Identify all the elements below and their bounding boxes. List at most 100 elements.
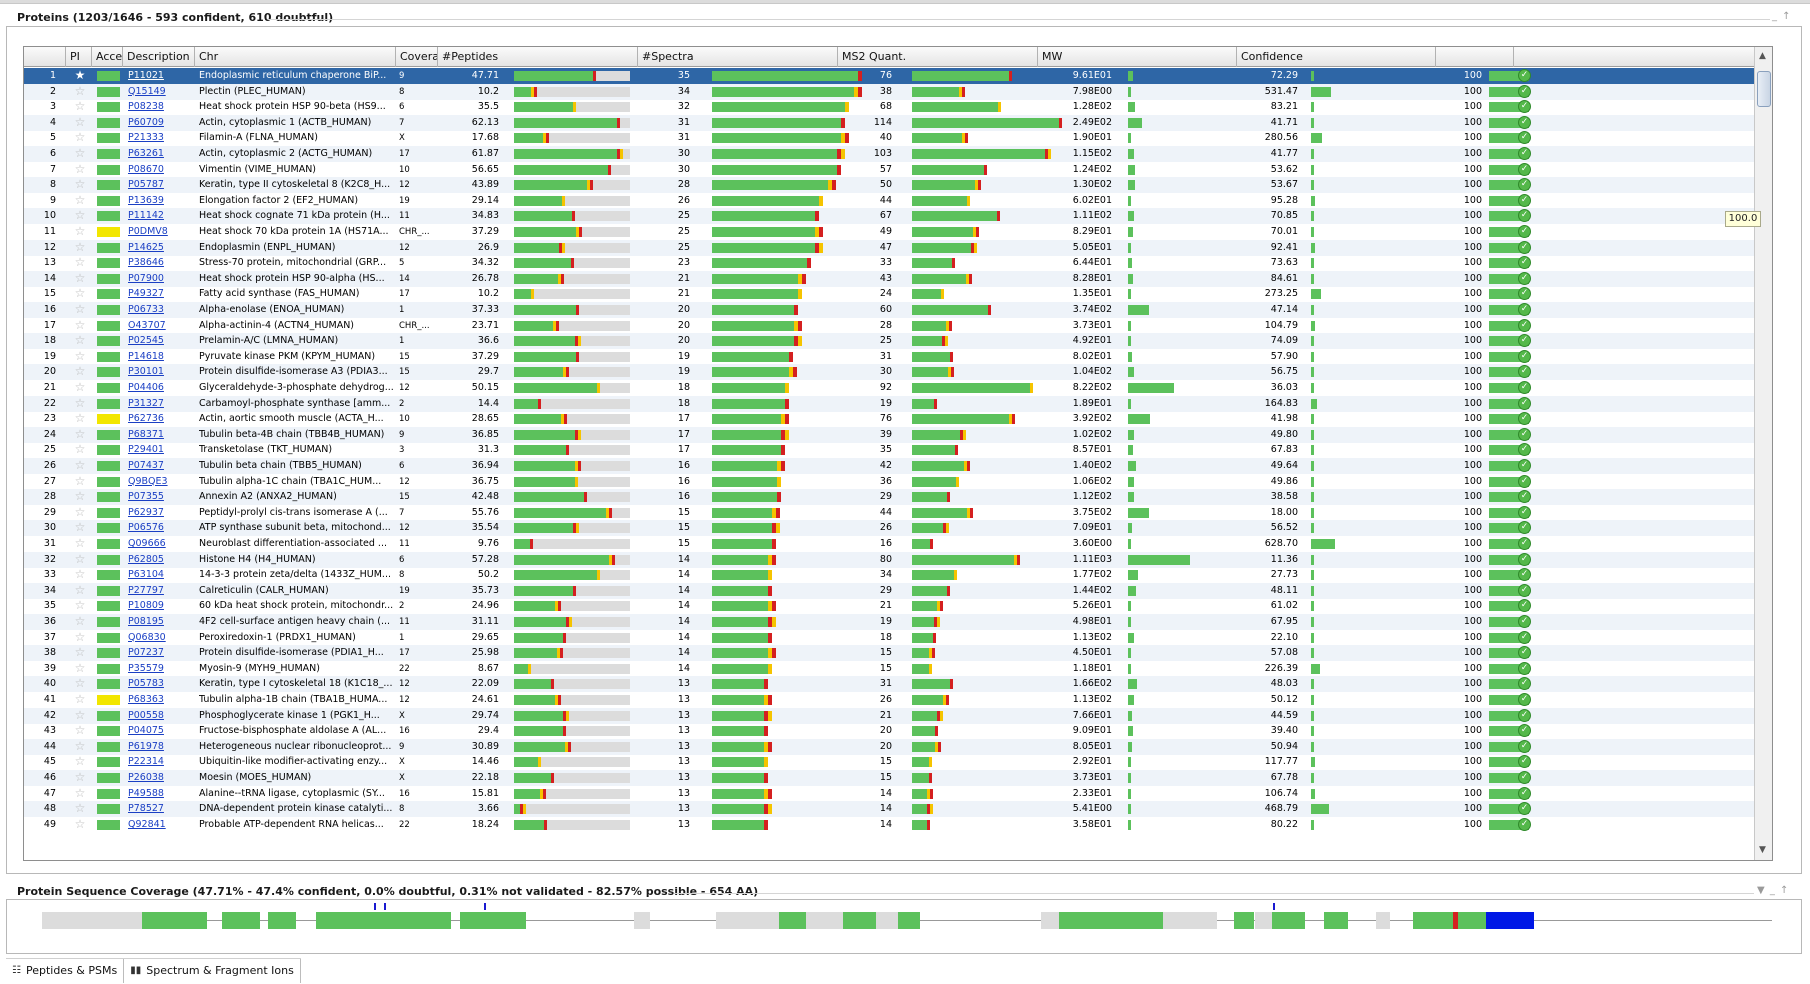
accession-link[interactable]: Q15149	[128, 84, 194, 100]
accession-link[interactable]: P22314	[128, 754, 194, 770]
table-row[interactable]: 16 ☆ P06733 Alpha-enolase (ENOA_HUMAN) 1 37.3…	[24, 302, 1754, 318]
accession-link[interactable]: P31327	[128, 396, 194, 412]
coverage-segment[interactable]	[1163, 912, 1217, 929]
table-row[interactable]: 42 ☆ P00558 Phosphoglycerate kinase 1 (PGK1…	[24, 707, 1754, 724]
table-row[interactable]: 14 ☆ P07900 Heat shock protein HSP 90-alpha…	[24, 270, 1754, 287]
proteins-panel-controls[interactable]: _ ↑	[1772, 11, 1792, 22]
accession-link[interactable]: P05783	[128, 676, 194, 692]
column-header-accession[interactable]: Accession	[92, 47, 123, 67]
accession-link[interactable]: P10809	[128, 598, 194, 614]
accession-link[interactable]: P11021	[128, 68, 194, 84]
accession-link[interactable]: P08670	[128, 162, 194, 178]
star-icon[interactable]: ☆	[70, 380, 90, 396]
star-icon[interactable]: ☆	[70, 193, 90, 209]
accession-link[interactable]: P06576	[128, 520, 194, 536]
table-body[interactable]: 1 ★ P11021 Endoplasmic reticulum chaperone …	[24, 68, 1754, 860]
table-row[interactable]: 49 ☆ Q92841 Probable ATP-dependent RNA heli…	[24, 817, 1754, 833]
accession-link[interactable]: P0DMV8	[128, 224, 194, 240]
accession-link[interactable]: Q09666	[128, 536, 194, 552]
coverage-segment[interactable]	[222, 912, 260, 929]
accession-link[interactable]: P35579	[128, 661, 194, 677]
coverage-segment[interactable]	[1041, 912, 1059, 929]
star-icon[interactable]: ☆	[70, 552, 90, 568]
column-header-blank-11[interactable]	[1436, 47, 1514, 67]
star-icon[interactable]: ☆	[70, 598, 90, 614]
accession-link[interactable]: P49588	[128, 786, 194, 802]
star-icon[interactable]: ★	[70, 68, 90, 84]
star-icon[interactable]: ☆	[70, 692, 90, 708]
accession-link[interactable]: P63104	[128, 567, 194, 583]
coverage-segment[interactable]	[843, 912, 876, 929]
coverage-segment[interactable]	[1255, 912, 1272, 929]
accession-link[interactable]: O43707	[128, 318, 194, 334]
star-icon[interactable]: ☆	[70, 255, 90, 271]
table-row[interactable]: 48 ☆ P78527 DNA-dependent protein kinase ca…	[24, 801, 1754, 818]
accession-link[interactable]: P62805	[128, 552, 194, 568]
column-header-chr[interactable]: Chr	[195, 47, 396, 67]
table-row[interactable]: 5 ☆ P21333 Filamin-A (FLNA_HUMAN) X 17.68 31 40…	[24, 130, 1754, 146]
accession-link[interactable]: P21333	[128, 130, 194, 146]
accession-link[interactable]: Q06830	[128, 630, 194, 646]
star-icon[interactable]: ☆	[70, 536, 90, 552]
star-icon[interactable]: ☆	[70, 208, 90, 224]
table-row[interactable]: 47 ☆ P49588 Alanine--tRNA ligase, cytoplasm…	[24, 786, 1754, 802]
accession-link[interactable]: P68363	[128, 692, 194, 708]
coverage-segment[interactable]	[806, 912, 843, 929]
star-icon[interactable]: ☆	[70, 630, 90, 646]
column-header-spectra[interactable]: #Spectra	[638, 47, 838, 67]
coverage-segment[interactable]	[716, 912, 779, 929]
star-icon[interactable]: ☆	[70, 318, 90, 334]
accession-link[interactable]: P60709	[128, 115, 194, 131]
table-row[interactable]: 19 ☆ P14618 Pyruvate kinase PKM (KPYM_HUMAN…	[24, 349, 1754, 365]
table-row[interactable]: 26 ☆ P07437 Tubulin beta chain (TBB5_HUMAN)…	[24, 458, 1754, 474]
table-row[interactable]: 10 ☆ P11142 Heat shock cognate 71 kDa prote…	[24, 208, 1754, 225]
column-header-coverage[interactable]: Coverage	[396, 47, 438, 67]
scroll-up-arrow-icon[interactable]: ▲	[1759, 51, 1766, 61]
star-icon[interactable]: ☆	[70, 224, 90, 240]
column-header-confidence[interactable]: Confidence	[1237, 47, 1436, 67]
star-icon[interactable]: ☆	[70, 302, 90, 318]
accession-link[interactable]: P11142	[128, 208, 194, 224]
star-icon[interactable]: ☆	[70, 739, 90, 755]
star-icon[interactable]: ☆	[70, 661, 90, 677]
table-row[interactable]: 28 ☆ P07355 Annexin A2 (ANXA2_HUMAN) 15 42.48…	[24, 489, 1754, 506]
table-row[interactable]: 44 ☆ P61978 Heterogeneous nuclear ribonucle…	[24, 738, 1754, 755]
table-row[interactable]: 18 ☆ P02545 Prelamin-A/C (LMNA_HUMAN) 1 36.6 2…	[24, 333, 1754, 350]
coverage-segment[interactable]	[1234, 912, 1254, 929]
coverage-segment[interactable]	[1486, 912, 1534, 929]
accession-link[interactable]: P49327	[128, 286, 194, 302]
table-row[interactable]: 37 ☆ Q06830 Peroxiredoxin-1 (PRDX1_HUMAN) 1 2…	[24, 630, 1754, 646]
coverage-segment[interactable]	[1413, 912, 1453, 929]
accession-link[interactable]: P63261	[128, 146, 194, 162]
star-icon[interactable]: ☆	[70, 427, 90, 443]
coverage-segment[interactable]	[1458, 912, 1486, 929]
table-row[interactable]: 21 ☆ P04406 Glyceraldehyde-3-phosphate dehy…	[24, 380, 1754, 396]
accession-link[interactable]: P30101	[128, 364, 194, 380]
star-icon[interactable]: ☆	[70, 349, 90, 365]
column-header-description[interactable]: Description	[123, 47, 195, 67]
table-row[interactable]: 13 ☆ P38646 Stress-70 protein, mitochondria…	[24, 255, 1754, 271]
accession-link[interactable]: P27797	[128, 583, 194, 599]
coverage-segment[interactable]	[779, 912, 806, 929]
accession-link[interactable]: P29401	[128, 442, 194, 458]
table-row[interactable]: 3 ☆ P08238 Heat shock protein HSP 90-beta (…	[24, 99, 1754, 115]
accession-link[interactable]: Q9BQE3	[128, 474, 194, 490]
accession-link[interactable]: P62736	[128, 411, 194, 427]
tab-spectrum-fragment-ions[interactable]: ▮▮ Spectrum & Fragment Ions	[124, 959, 301, 983]
star-icon[interactable]: ☆	[70, 801, 90, 817]
table-row[interactable]: 45 ☆ P22314 Ubiquitin-like modifier-activat…	[24, 754, 1754, 770]
accession-link[interactable]: P38646	[128, 255, 194, 271]
star-icon[interactable]: ☆	[70, 115, 90, 131]
accession-link[interactable]: P04075	[128, 723, 194, 739]
table-row[interactable]: 40 ☆ P05783 Keratin, type I cytoskeletal 18…	[24, 676, 1754, 693]
table-row[interactable]: 34 ☆ P27797 Calreticulin (CALR_HUMAN) 19 35.7…	[24, 582, 1754, 599]
star-icon[interactable]: ☆	[70, 567, 90, 583]
star-icon[interactable]: ☆	[70, 146, 90, 162]
table-row[interactable]: 23 ☆ P62736 Actin, aortic smooth muscle (AC…	[24, 411, 1754, 427]
scroll-down-arrow-icon[interactable]: ▼	[1759, 845, 1766, 855]
table-row[interactable]: 6 ☆ P63261 Actin, cytoplasmic 2 (ACTG_HUMAN…	[24, 146, 1754, 162]
star-icon[interactable]: ☆	[70, 411, 90, 427]
accession-link[interactable]: P05787	[128, 177, 194, 193]
coverage-segment[interactable]	[142, 912, 207, 929]
table-row[interactable]: 39 ☆ P35579 Myosin-9 (MYH9_HUMAN) 22 8.67 14 15…	[24, 661, 1754, 677]
